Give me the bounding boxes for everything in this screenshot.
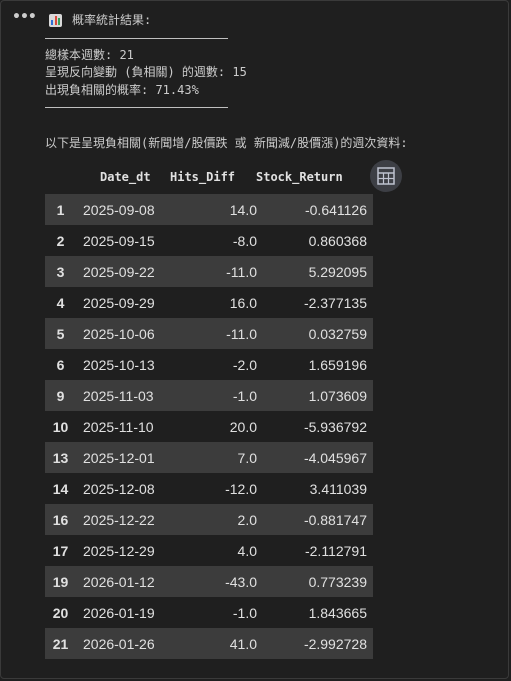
- cell-date: 2025-12-08: [83, 480, 155, 497]
- column-header-hits-diff: Hits_Diff: [170, 170, 236, 184]
- bar-chart-icon: [49, 14, 62, 28]
- cell-stock-return: 1.843665: [308, 604, 367, 621]
- cell-hits-diff: 14.0: [229, 201, 257, 218]
- cell-hits-diff: 16.0: [229, 294, 257, 311]
- table-row: 19 2026-01-12 -43.0 0.773239: [45, 566, 373, 597]
- cell-stock-return: -0.641126: [304, 201, 367, 218]
- output-title-line: 概率統計結果:: [45, 12, 505, 30]
- probability-line: 出現負相關的概率: 71.43%: [45, 82, 199, 97]
- cell-hits-diff: 4.0: [237, 542, 257, 559]
- cell-hits-diff: -2.0: [232, 356, 257, 373]
- cell-date: 2025-11-03: [83, 387, 154, 404]
- table-row: 3 2025-09-22 -11.0 5.292095: [45, 256, 373, 287]
- cell-stock-return: 1.659196: [308, 356, 367, 373]
- cell-date: 2026-01-12: [83, 573, 155, 590]
- table-row: 4 2025-09-29 16.0 -2.377135: [45, 287, 373, 318]
- row-index: 2: [56, 232, 65, 249]
- row-index: 1: [56, 201, 65, 218]
- table-icon: [377, 167, 395, 185]
- cell-date: 2025-12-29: [83, 542, 155, 559]
- cell-hits-diff: 2.0: [237, 511, 257, 528]
- cell-stock-return: -5.936792: [303, 418, 367, 435]
- cell-stock-return: 0.773239: [308, 573, 367, 590]
- column-header-stock-return: Stock_Return: [256, 170, 343, 184]
- cell-stock-return: 3.411039: [309, 480, 367, 497]
- cell-hits-diff: -8.0: [232, 232, 257, 249]
- cell-stock-return: 0.860368: [308, 232, 367, 249]
- table-row: 21 2026-01-26 41.0 -2.992728: [45, 628, 373, 659]
- cell-date: 2026-01-19: [83, 604, 155, 621]
- table-row: 1 2025-09-08 14.0 -0.641126: [45, 194, 373, 225]
- table-row: 14 2025-12-08 -12.0 3.411039: [45, 473, 373, 504]
- cell-hits-diff: -43.0: [225, 573, 257, 590]
- cell-date: 2025-12-22: [83, 511, 155, 528]
- row-index: 21: [52, 635, 69, 652]
- table-row: 17 2025-12-29 4.0 -2.112791: [45, 535, 373, 566]
- cell-stock-return: 5.292095: [308, 263, 367, 280]
- cell-stock-return: -2.377135: [303, 294, 367, 311]
- table-row: 10 2025-11-10 20.0 -5.936792: [45, 411, 373, 442]
- cell-stock-return: -2.112791: [304, 542, 367, 559]
- cell-hits-diff: -1.0: [232, 387, 257, 404]
- cell-hits-diff: -12.0: [225, 480, 257, 497]
- cell-hits-diff: -11.0: [226, 325, 257, 342]
- negative-weeks-line: 呈現反向變動 (負相關) 的週數: 15: [45, 65, 247, 79]
- row-index: 14: [52, 480, 69, 497]
- cell-more-actions-button[interactable]: •••: [12, 10, 37, 26]
- output-title: 概率統計結果:: [72, 13, 152, 27]
- row-index: 4: [56, 294, 65, 311]
- cell-hits-diff: -1.0: [232, 604, 257, 621]
- cell-date: 2025-09-15: [83, 232, 155, 249]
- cell-date: 2026-01-26: [83, 635, 155, 652]
- cell-date: 2025-09-29: [83, 294, 155, 311]
- table-row: 2 2025-09-15 -8.0 0.860368: [45, 225, 373, 256]
- cell-date: 2025-12-01: [83, 449, 155, 466]
- row-index: 9: [56, 387, 65, 404]
- row-index: 10: [52, 418, 69, 435]
- show-data-table-button[interactable]: [370, 160, 402, 192]
- table-caption: 以下是呈現負相關(新聞增/股價跌 或 新聞減/股價漲)的週次資料:: [45, 136, 408, 150]
- cell-hits-diff: 7.0: [237, 449, 257, 466]
- cell-hits-diff: 41.0: [229, 635, 257, 652]
- row-index: 16: [52, 511, 69, 528]
- row-index: 19: [52, 573, 69, 590]
- cell-stock-return: -2.992728: [303, 635, 367, 652]
- data-table: 1 2025-09-08 14.0 -0.641126 2 2025-09-15 -8.0 0…: [45, 194, 373, 659]
- row-index: 13: [52, 449, 69, 466]
- cell-date: 2025-09-08: [83, 201, 155, 218]
- row-index: 17: [52, 542, 69, 559]
- cell-date: 2025-10-13: [83, 356, 155, 373]
- column-header-date: Date_dt: [100, 170, 151, 184]
- cell-date: 2025-11-10: [83, 418, 154, 435]
- table-row: 20 2026-01-19 -1.0 1.843665: [45, 597, 373, 628]
- cell-stock-return: -4.045967: [303, 449, 367, 466]
- table-row: 9 2025-11-03 -1.0 1.073609: [45, 380, 373, 411]
- table-row: 6 2025-10-13 -2.0 1.659196: [45, 349, 373, 380]
- table-row: 16 2025-12-22 2.0 -0.881747: [45, 504, 373, 535]
- cell-stock-return: 1.073609: [308, 387, 367, 404]
- cell-date: 2025-09-22: [83, 263, 155, 280]
- table-row: 13 2025-12-01 7.0 -4.045967: [45, 442, 373, 473]
- cell-date: 2025-10-06: [83, 325, 155, 342]
- cell-stock-return: 0.032759: [308, 325, 367, 342]
- row-index: 5: [56, 325, 65, 342]
- cell-hits-diff: -11.0: [226, 263, 257, 280]
- total-weeks-line: 總樣本週數: 21: [45, 47, 134, 62]
- cell-output-text: 概率統計結果: 總樣本週數: 21 呈現反向變動 (負相關) 的週數: 15 出…: [45, 12, 505, 153]
- row-index: 20: [52, 604, 69, 621]
- cell-hits-diff: 20.0: [229, 418, 257, 435]
- row-index: 3: [56, 263, 65, 280]
- separator-line: [45, 107, 228, 108]
- row-index: 6: [56, 356, 65, 373]
- table-row: 5 2025-10-06 -11.0 0.032759: [45, 318, 373, 349]
- cell-stock-return: -0.881747: [303, 511, 367, 528]
